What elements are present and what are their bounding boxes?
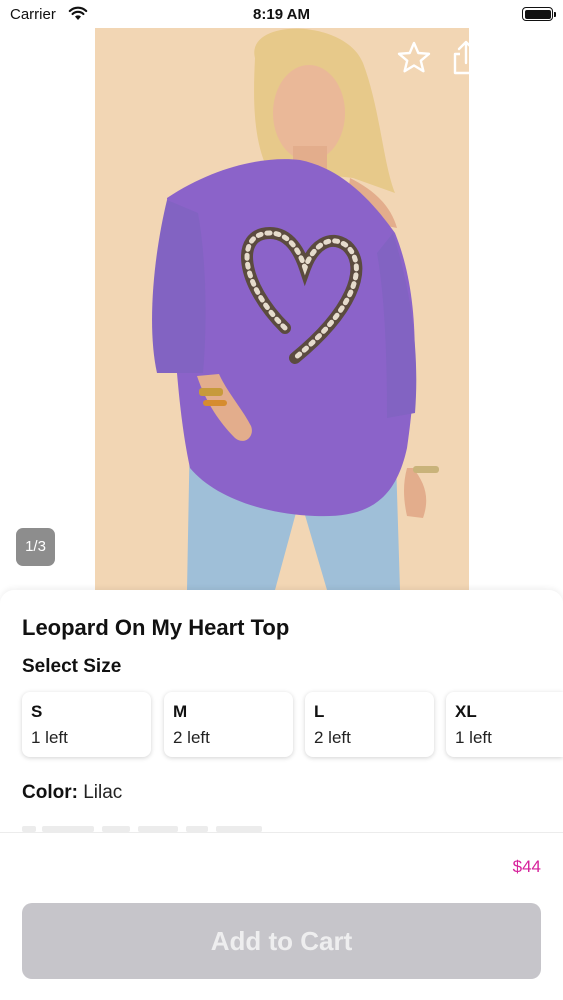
product-price: $44 [512, 857, 541, 876]
size-option-xl[interactable]: XL 1 left [446, 692, 563, 757]
size-name: S [31, 702, 43, 721]
color-row: Color: Lilac [22, 782, 122, 804]
share-icon[interactable] [448, 40, 484, 76]
select-size-label: Select Size [22, 656, 122, 677]
add-to-cart-button[interactable]: Add to Cart [22, 903, 541, 979]
size-stock: 2 left [173, 728, 210, 747]
size-name: M [173, 702, 188, 721]
cart-icon[interactable] [496, 40, 538, 80]
chevron-left-icon[interactable] [12, 40, 40, 76]
bottom-bar: $44 Add to Cart [0, 832, 563, 1000]
size-stock: 1 left [455, 728, 492, 747]
size-name: L [314, 702, 325, 721]
size-option-l[interactable]: L 2 left [305, 692, 434, 757]
battery-icon [522, 7, 556, 21]
size-name: XL [455, 702, 477, 721]
gallery-page-indicator: 1/3 [16, 528, 55, 566]
status-bar: Carrier 8:19 AM [0, 0, 563, 28]
product-photo [95, 28, 469, 590]
color-value: Lilac [83, 782, 123, 803]
status-time: 8:19 AM [253, 6, 310, 23]
size-stock: 2 left [314, 728, 351, 747]
product-title: Leopard On My Heart Top [22, 615, 290, 640]
size-option-s[interactable]: S 1 left [22, 692, 151, 757]
product-image[interactable] [95, 28, 469, 590]
product-details-sheet: Leopard On My Heart Top Select Size S 1 … [0, 590, 563, 840]
size-stock: 1 left [31, 728, 68, 747]
star-icon[interactable] [396, 40, 432, 76]
size-option-m[interactable]: M 2 left [164, 692, 293, 757]
color-label: Color: [22, 782, 78, 803]
